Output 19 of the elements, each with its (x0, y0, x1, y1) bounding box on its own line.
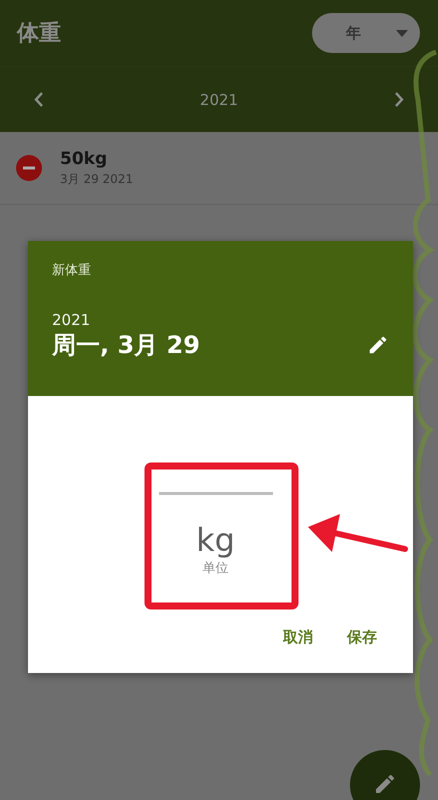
entry-date: 3月 29 2021 (60, 170, 134, 188)
edit-fab-button[interactable] (350, 750, 420, 800)
caret-icon (396, 30, 408, 36)
dialog-button[interactable]: 保存 (345, 624, 379, 651)
year-label: 2021 (200, 90, 238, 108)
dialog-title: 新体重 (52, 262, 92, 279)
pencil-icon[interactable] (367, 334, 389, 356)
weight-value: 50kg (60, 148, 108, 168)
dialog-button[interactable]: 取消 (281, 624, 315, 651)
unit-value: kg (196, 521, 235, 559)
unit-label: 单位 (202, 560, 228, 577)
dialog-date: 周一, 3月 29 (52, 330, 200, 361)
chevron-left-icon[interactable] (34, 92, 44, 107)
chevron-right-icon[interactable] (394, 92, 404, 107)
screen-title: 体重 (17, 20, 61, 48)
period-dropdown[interactable]: 年 (312, 13, 420, 53)
pencil-icon (373, 772, 397, 796)
dialog-year: 2021 (52, 311, 92, 329)
remove-icon[interactable] (16, 155, 42, 181)
